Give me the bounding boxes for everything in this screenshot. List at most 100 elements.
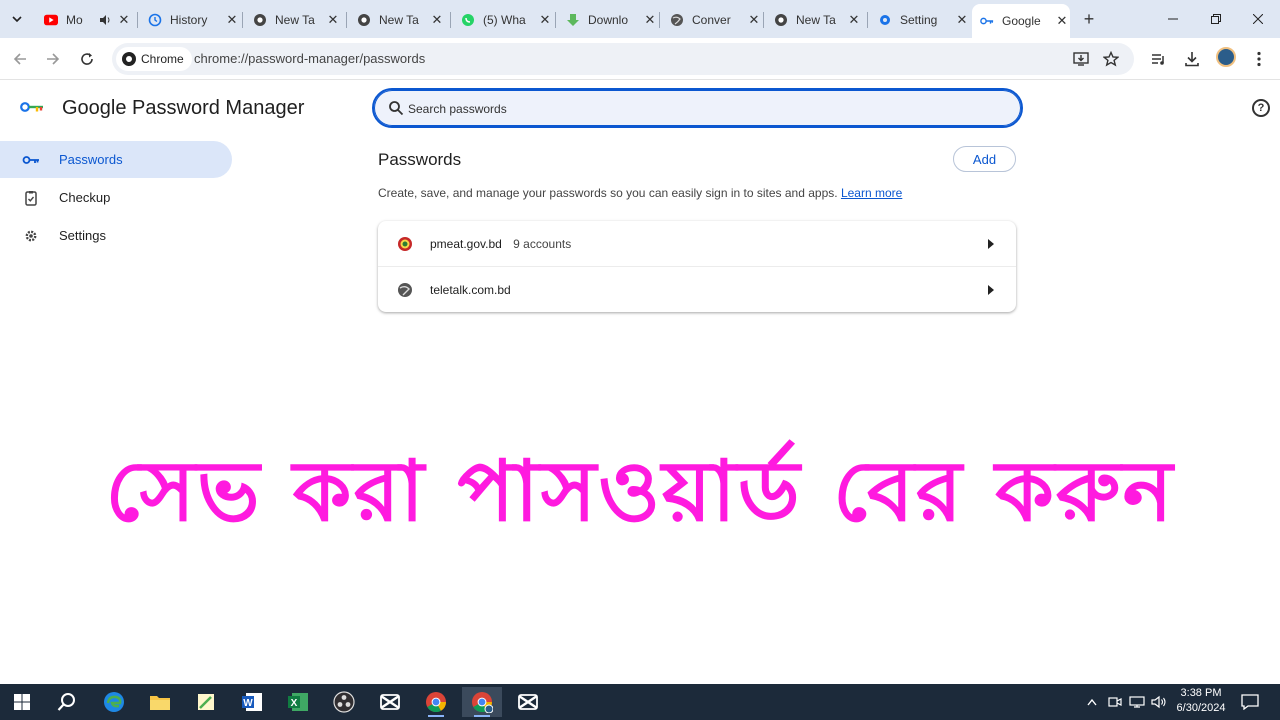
chrome-icon — [122, 52, 136, 66]
close-icon[interactable]: ✕ — [537, 12, 553, 28]
overlay-caption: সেভ করা পাসওয়ার্ড বের করুন — [105, 441, 1175, 540]
tab[interactable]: Setting ✕ — [870, 6, 970, 34]
taskbar-search-button[interactable] — [47, 687, 87, 717]
sidebar-item-label: Settings — [59, 228, 106, 243]
tab[interactable]: Mo ✕ — [36, 6, 132, 34]
star-icon — [1103, 51, 1119, 67]
taskbar-edge[interactable] — [94, 687, 134, 717]
taskbar-excel[interactable]: X — [278, 687, 318, 717]
bookmark-button[interactable] — [1100, 48, 1122, 70]
search-icon — [389, 101, 404, 116]
notification-icon — [1241, 694, 1259, 710]
back-arrow-icon — [13, 53, 26, 65]
tab[interactable]: Downlo ✕ — [558, 6, 658, 34]
close-icon[interactable]: ✕ — [642, 12, 658, 28]
tab[interactable]: New Ta ✕ — [766, 6, 862, 34]
close-icon[interactable]: ✕ — [325, 12, 341, 28]
taskbar-capcut[interactable] — [370, 687, 410, 717]
tab-title: Google — [1002, 14, 1041, 28]
chrome-icon — [426, 692, 447, 713]
site-info-chip[interactable]: Chrome — [116, 47, 192, 71]
forward-arrow-icon — [47, 53, 60, 65]
svg-text:W: W — [243, 698, 253, 709]
chrome-icon — [253, 13, 267, 27]
tab[interactable]: Conver ✕ — [662, 6, 762, 34]
tab-search-button[interactable] — [6, 8, 28, 30]
media-controls-button[interactable] — [1147, 47, 1171, 71]
taskbar-obs[interactable] — [324, 687, 364, 717]
section-title: Passwords — [378, 150, 462, 169]
globe-icon — [670, 13, 684, 27]
chrome-icon — [472, 692, 493, 713]
search-input[interactable] — [408, 99, 968, 119]
install-app-button[interactable] — [1070, 48, 1092, 70]
learn-more-link[interactable]: Learn more — [841, 186, 902, 200]
youtube-icon — [44, 13, 58, 27]
taskbar-capcut-2[interactable] — [508, 687, 548, 717]
tab[interactable]: History ✕ — [140, 6, 240, 34]
globe-icon — [397, 282, 413, 298]
tray-volume[interactable] — [1150, 684, 1168, 720]
close-icon[interactable]: ✕ — [224, 12, 240, 28]
excel-icon: X — [288, 693, 308, 711]
tray-network[interactable] — [1128, 684, 1146, 720]
notification-button[interactable] — [1238, 684, 1262, 720]
tray-overflow-button[interactable] — [1084, 684, 1100, 720]
sidebar-item-passwords[interactable]: Passwords — [0, 141, 232, 178]
close-icon[interactable]: ✕ — [846, 12, 862, 28]
bd-govt-seal-icon — [397, 236, 413, 252]
tab[interactable]: New Ta ✕ — [349, 6, 445, 34]
taskbar-word[interactable]: W — [232, 687, 272, 717]
tab-title: New Ta — [796, 13, 836, 27]
taskbar-app[interactable] — [186, 687, 226, 717]
chevron-up-icon — [1087, 698, 1097, 706]
tray-meet-now[interactable] — [1106, 684, 1124, 720]
capcut-icon — [518, 694, 538, 710]
taskbar-file-explorer[interactable] — [140, 687, 180, 717]
start-button[interactable] — [2, 687, 42, 717]
close-window-button[interactable] — [1236, 6, 1280, 32]
list-item[interactable]: teletalk.com.bd — [378, 267, 1016, 312]
restore-button[interactable] — [1194, 6, 1238, 32]
tab-title: Setting — [900, 13, 938, 27]
close-icon[interactable]: ✕ — [1054, 13, 1070, 29]
forward-button[interactable] — [41, 47, 65, 71]
tab-active[interactable]: Google ✕ — [972, 4, 1070, 38]
help-icon[interactable]: ? — [1252, 99, 1270, 117]
downloads-button[interactable] — [1180, 47, 1204, 71]
address-bar[interactable]: Chrome chrome://password-manager/passwor… — [112, 43, 1134, 75]
back-button[interactable] — [8, 47, 32, 71]
reload-button[interactable] — [75, 47, 99, 71]
password-list: pmeat.gov.bd 9 accounts teletalk.com.bd — [378, 221, 1016, 312]
close-icon[interactable]: ✕ — [954, 12, 970, 28]
install-icon — [1073, 52, 1089, 66]
system-clock[interactable]: 3:38 PM 6/30/2024 — [1168, 686, 1234, 718]
speaker-icon[interactable] — [98, 13, 112, 27]
list-item[interactable]: pmeat.gov.bd 9 accounts — [378, 221, 1016, 266]
sidebar-item-checkup[interactable]: Checkup — [0, 179, 232, 216]
folder-icon — [150, 696, 170, 710]
playlist-icon — [1152, 54, 1164, 65]
profile-avatar[interactable] — [1216, 47, 1236, 67]
minimize-button[interactable] — [1151, 6, 1195, 32]
tab[interactable]: New Ta ✕ — [245, 6, 341, 34]
taskbar-chrome[interactable] — [416, 687, 456, 717]
close-icon[interactable]: ✕ — [116, 12, 132, 28]
add-password-button[interactable]: Add — [953, 146, 1016, 172]
close-icon[interactable]: ✕ — [746, 12, 762, 28]
taskbar-chrome-profile[interactable] — [462, 687, 502, 717]
search-box[interactable] — [372, 88, 1023, 128]
tab[interactable]: (5) Wha ✕ — [453, 6, 553, 34]
close-icon[interactable]: ✕ — [429, 12, 445, 28]
sidebar-item-settings[interactable]: Settings — [0, 217, 232, 254]
tab-title: New Ta — [275, 13, 315, 27]
site-info-label: Chrome — [141, 52, 184, 66]
caret-right-icon — [986, 238, 996, 249]
restore-icon — [1211, 14, 1221, 24]
windows-logo-icon — [14, 694, 30, 710]
chrome-menu-button[interactable] — [1247, 47, 1271, 71]
new-tab-button[interactable]: + — [1078, 8, 1100, 30]
edge-icon — [104, 692, 124, 712]
sidebar-nav: Passwords Checkup Settings — [0, 141, 232, 255]
site-name: pmeat.gov.bd — [430, 236, 502, 251]
